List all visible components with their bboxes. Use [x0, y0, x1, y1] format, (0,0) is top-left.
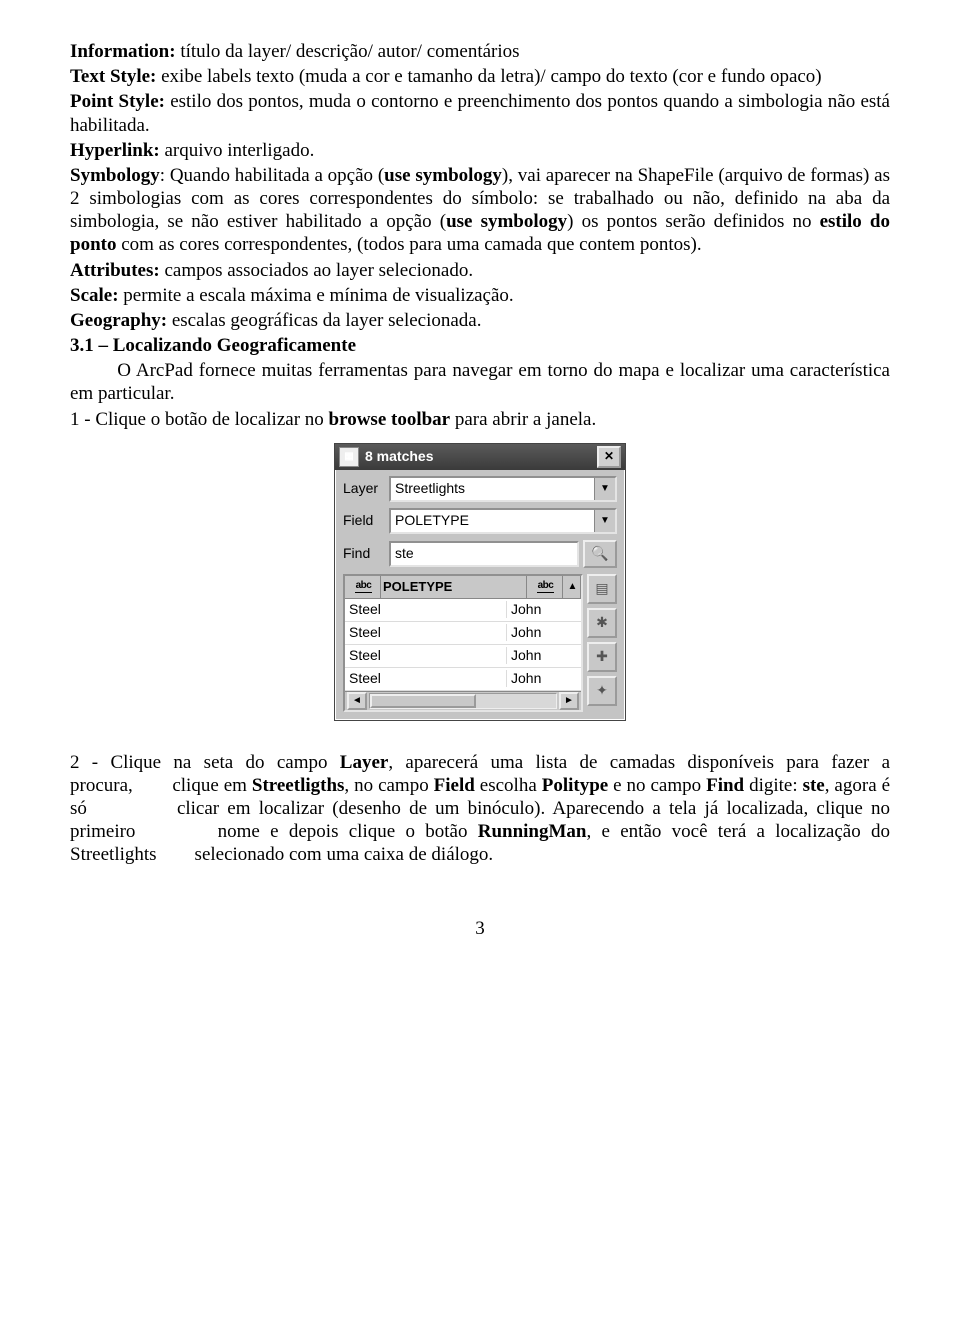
flash-icon[interactable]: ✦ — [587, 676, 617, 706]
field-combo[interactable]: POLETYPE ▼ — [389, 508, 617, 534]
close-icon[interactable]: ✕ — [597, 446, 621, 468]
section-heading-31: 3.1 – Localizando Geograficamente — [70, 334, 890, 357]
table-header: abc POLETYPE abc ▲ — [345, 576, 581, 599]
layer-value: Streetlights — [395, 480, 465, 497]
abc-icon: abc — [355, 580, 373, 593]
label-layer: Layer — [343, 480, 389, 497]
scroll-thumb[interactable] — [370, 694, 476, 708]
cell-col1: Steel — [345, 624, 507, 641]
table-row[interactable]: Steel John — [345, 622, 581, 645]
paragraph-attributes: Attributes: campos associados ao layer s… — [70, 259, 890, 282]
chevron-down-icon[interactable]: ▼ — [594, 510, 615, 532]
find-dialog: ▦ 8 matches ✕ Layer Streetlights ▼ Field… — [334, 443, 626, 721]
label-scale: Scale: — [70, 285, 119, 306]
col-abc-2[interactable]: abc — [527, 576, 563, 598]
cell-col2: John — [507, 670, 581, 687]
table-row[interactable]: Steel John — [345, 668, 581, 691]
paragraph-hyperlink: Hyperlink: arquivo interligado. — [70, 139, 890, 162]
label-information: Information: — [70, 41, 176, 62]
paragraph-point-style: Point Style: estilo dos pontos, muda o c… — [70, 90, 890, 136]
label-geography: Geography: — [70, 310, 167, 331]
binoculars-icon[interactable]: 🔍 — [583, 540, 617, 568]
layer-combo[interactable]: Streetlights ▼ — [389, 476, 617, 502]
cell-col1: Steel — [345, 647, 507, 664]
row-field: Field POLETYPE ▼ — [343, 508, 617, 534]
cell-col1: Steel — [345, 601, 507, 618]
cell-col2: John — [507, 647, 581, 664]
page-number: 3 — [70, 917, 890, 940]
horizontal-scrollbar[interactable]: ◄ ► — [345, 691, 581, 710]
paragraph-information: Information: título da layer/ descrição/… — [70, 40, 890, 63]
label-text-style: Text Style: — [70, 66, 156, 87]
field-value: POLETYPE — [395, 512, 469, 529]
cell-col1: Steel — [345, 670, 507, 687]
abc-icon: abc — [537, 580, 555, 593]
find-value: ste — [395, 545, 414, 562]
cell-col2: John — [507, 624, 581, 641]
dialog-titlebar: ▦ 8 matches ✕ — [335, 444, 625, 470]
label-hyperlink: Hyperlink: — [70, 140, 160, 161]
label-point-style: Point Style: — [70, 91, 165, 112]
add-icon[interactable]: ✚ — [587, 642, 617, 672]
label-find: Find — [343, 545, 389, 562]
paragraph-step-2: 2 - Clique na seta do campo Layer, apare… — [70, 751, 890, 867]
scroll-left-icon[interactable]: ◄ — [347, 692, 367, 710]
app-icon: ▦ — [339, 447, 359, 467]
col-poletype[interactable]: POLETYPE — [381, 576, 527, 598]
table-row[interactable]: Steel John — [345, 599, 581, 622]
cell-col2: John — [507, 601, 581, 618]
results-table: abc POLETYPE abc ▲ Steel John Steel John — [343, 574, 583, 712]
paragraph-scale: Scale: permite a escala máxima e mínima … — [70, 284, 890, 307]
row-layer: Layer Streetlights ▼ — [343, 476, 617, 502]
scroll-right-icon[interactable]: ► — [559, 692, 579, 710]
find-dialog-figure: ▦ 8 matches ✕ Layer Streetlights ▼ Field… — [70, 443, 890, 721]
runningman-icon[interactable]: ✱ — [587, 608, 617, 638]
side-toolbar: ▤ ✱ ✚ ✦ — [583, 574, 617, 712]
label-field: Field — [343, 512, 389, 529]
label-symbology: Symbology — [70, 165, 160, 186]
paragraph-symbology: Symbology: Quando habilitada a opção (us… — [70, 164, 890, 257]
col-abc-1[interactable]: abc — [345, 576, 381, 598]
find-input[interactable]: ste — [389, 541, 579, 567]
table-row[interactable]: Steel John — [345, 645, 581, 668]
dialog-title: 8 matches — [365, 448, 597, 465]
scroll-track[interactable] — [369, 693, 557, 709]
label-attributes: Attributes: — [70, 260, 160, 281]
paragraph-step-1: 1 - Clique o botão de localizar no brows… — [70, 408, 890, 431]
paragraph-text-style: Text Style: exibe labels texto (muda a c… — [70, 65, 890, 88]
properties-icon[interactable]: ▤ — [587, 574, 617, 604]
paragraph-geography: Geography: escalas geográficas da layer … — [70, 309, 890, 332]
row-find: Find ste 🔍 — [343, 540, 617, 568]
paragraph-intro-arcpad: O ArcPad fornece muitas ferramentas para… — [70, 359, 890, 405]
chevron-down-icon[interactable]: ▼ — [594, 478, 615, 500]
sort-up-icon[interactable]: ▲ — [563, 576, 581, 598]
